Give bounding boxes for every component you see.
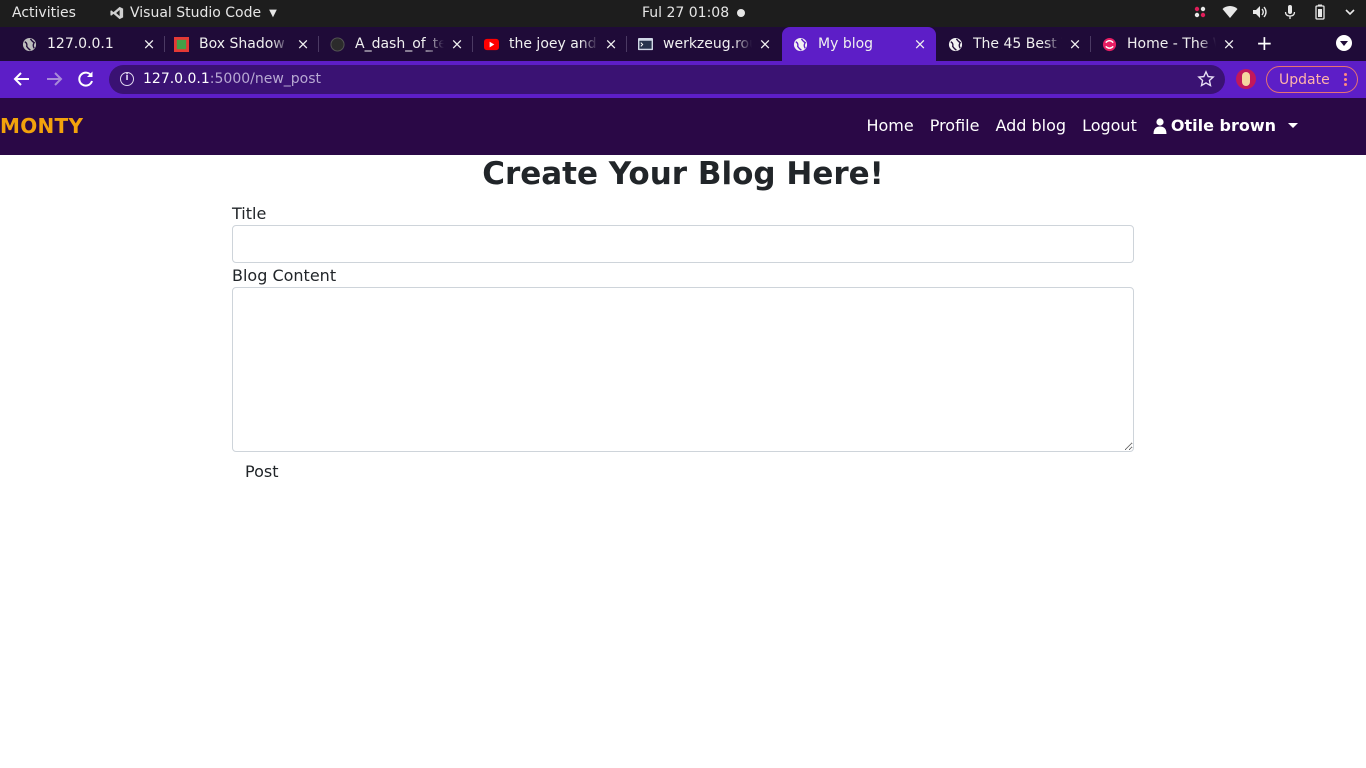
close-icon[interactable]: × — [604, 37, 618, 52]
tab-github-repo[interactable]: A_dash_of_tech × — [320, 27, 473, 61]
tab-title: Home - The W — [1127, 36, 1216, 52]
address-bar[interactable]: i 127.0.0.1:5000/new_post — [109, 65, 1225, 94]
globe-icon — [793, 37, 808, 52]
volume-icon[interactable] — [1252, 4, 1268, 20]
tab-search-icon[interactable] — [1336, 35, 1352, 51]
terminal-icon — [638, 37, 653, 52]
user-name: Otile brown — [1170, 116, 1276, 135]
browser-tab-strip: 127.0.0.1 × Box Shadow × A_dash_of_tech … — [0, 27, 1366, 61]
nav-profile-link[interactable]: Profile — [930, 116, 980, 135]
tab-title: My blog — [818, 36, 874, 52]
close-icon[interactable]: × — [1068, 37, 1082, 52]
power-menu-icon[interactable] — [1342, 4, 1358, 20]
activities-button[interactable]: Activities — [12, 5, 76, 21]
chevron-down-icon — [1288, 123, 1298, 128]
browser-toolbar: i 127.0.0.1:5000/new_post — [0, 61, 1366, 98]
back-button[interactable] — [12, 69, 32, 89]
tab-box-shadow[interactable]: Box Shadow × — [166, 27, 319, 61]
tab-127-0-0-1[interactable]: 127.0.0.1 × — [12, 27, 165, 61]
arrow-left-icon — [13, 72, 29, 86]
close-icon[interactable]: × — [450, 37, 464, 52]
tab-home-webflow[interactable]: Home - The W × — [1092, 27, 1244, 61]
close-icon[interactable]: × — [296, 37, 310, 52]
battery-icon[interactable] — [1312, 4, 1328, 20]
url-text[interactable]: 127.0.0.1:5000/new_post — [143, 71, 321, 87]
globe-icon — [948, 37, 963, 52]
youtube-icon — [484, 37, 499, 52]
close-icon[interactable]: × — [913, 37, 927, 52]
nav-logout-link[interactable]: Logout — [1082, 116, 1137, 135]
title-label: Title — [232, 204, 267, 223]
clock[interactable]: Ful 27 01:08 — [642, 5, 729, 21]
tab-title: the joey and — [509, 36, 597, 52]
tab-youtube[interactable]: the joey and × — [474, 27, 627, 61]
bookmark-star-icon[interactable] — [1197, 70, 1215, 88]
url-host: 127.0.0.1 — [143, 71, 210, 87]
tab-title: Box Shadow — [199, 36, 285, 52]
system-top-bar: Activities Visual Studio Code ▼ Ful 27 0… — [0, 0, 1366, 27]
tab-title: A_dash_of_tech — [355, 36, 444, 52]
profile-avatar[interactable] — [1236, 69, 1256, 89]
nav-home-link[interactable]: Home — [866, 116, 913, 135]
globe-icon — [22, 37, 37, 52]
app-name: Visual Studio Code — [130, 5, 262, 21]
vscode-icon — [110, 6, 124, 20]
reload-button[interactable] — [76, 69, 96, 89]
app-menu[interactable]: Visual Studio Code ▼ — [110, 5, 277, 21]
slack-icon[interactable] — [1192, 4, 1208, 20]
notification-dot-icon — [737, 9, 745, 17]
url-path: :5000/new_post — [209, 71, 322, 87]
wifi-icon[interactable] — [1222, 4, 1238, 20]
user-icon — [1153, 117, 1167, 134]
close-icon[interactable]: × — [1222, 37, 1236, 52]
tab-45-best[interactable]: The 45 Best T × — [938, 27, 1091, 61]
tab-my-blog[interactable]: My blog × — [782, 27, 936, 61]
nav-add-blog-link[interactable]: Add blog — [995, 116, 1066, 135]
more-menu-icon[interactable] — [1344, 73, 1347, 87]
update-label: Update — [1279, 71, 1330, 88]
box-shadow-favicon — [174, 36, 189, 52]
update-button[interactable]: Update — [1266, 66, 1358, 93]
blog-content-label: Blog Content — [232, 266, 337, 285]
user-dropdown[interactable]: Otile brown — [1153, 116, 1298, 135]
webflow-icon — [1102, 37, 1117, 52]
site-nav-links: Home Profile Add blog Logout Otile brown — [866, 116, 1298, 135]
chevron-down-icon: ▼ — [269, 7, 277, 19]
post-button[interactable]: Post — [232, 458, 291, 484]
page-title: Create Your Blog Here! — [482, 156, 884, 192]
new-tab-button[interactable]: + — [1256, 33, 1273, 53]
close-icon[interactable]: × — [758, 37, 772, 52]
reload-icon — [78, 71, 93, 87]
title-input[interactable] — [232, 225, 1134, 263]
forward-button[interactable] — [44, 69, 64, 89]
blog-content-textarea[interactable] — [232, 287, 1134, 452]
close-icon[interactable]: × — [142, 37, 156, 52]
tab-title: werkzeug.routing — [663, 36, 752, 52]
arrow-right-icon — [47, 72, 63, 86]
site-navbar: MONTY Home Profile Add blog Logout Otile… — [0, 98, 1366, 155]
microphone-icon[interactable] — [1282, 4, 1298, 20]
tab-title: The 45 Best T — [973, 36, 1062, 52]
system-tray[interactable] — [1192, 4, 1358, 20]
github-icon — [330, 36, 345, 52]
site-info-icon[interactable]: i — [120, 72, 134, 86]
site-brand[interactable]: MONTY — [0, 114, 83, 138]
tab-title: 127.0.0.1 — [47, 36, 114, 52]
tab-werkzeug[interactable]: werkzeug.routing × — [628, 27, 780, 61]
